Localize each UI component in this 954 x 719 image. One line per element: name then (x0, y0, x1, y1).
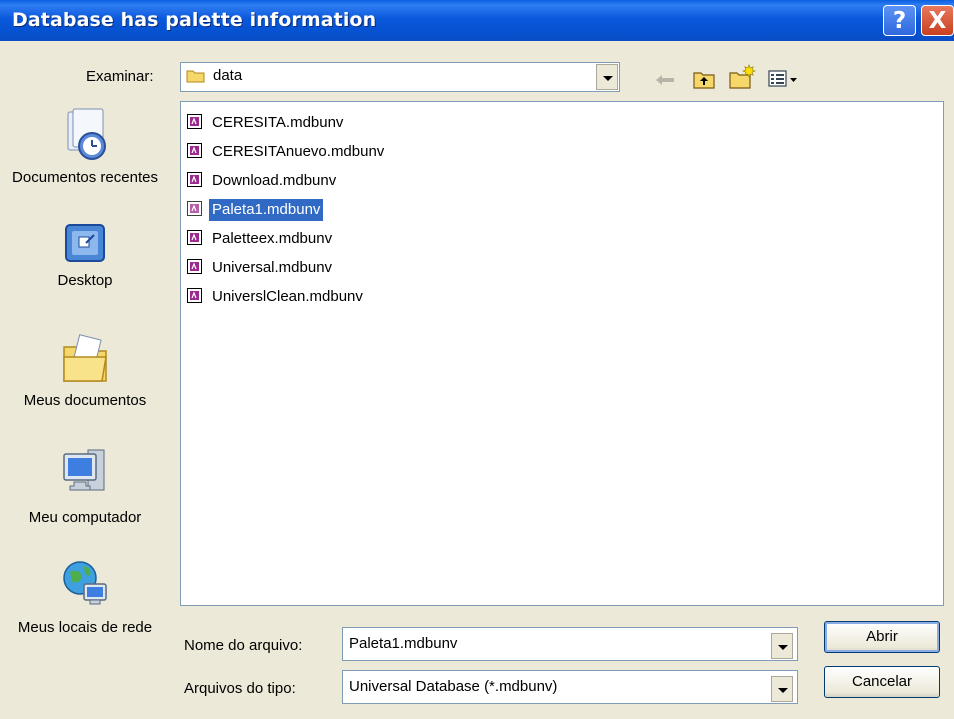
folder-icon (186, 70, 205, 83)
database-file-icon (187, 114, 202, 129)
recent-documents-icon (67, 108, 106, 160)
file-name: Paletteex.mdbunv (212, 230, 333, 247)
database-file-icon (187, 172, 202, 187)
places-bar: Documentos recentes Desktop Meus documen… (0, 101, 170, 711)
place-network[interactable]: Meus locais de rede (0, 556, 170, 638)
cancel-button[interactable]: Cancelar (824, 666, 940, 698)
place-label: Meus documentos (23, 392, 147, 409)
filename-label: Nome do arquivo: (184, 637, 303, 654)
database-file-icon (187, 288, 202, 303)
close-button[interactable]: X (921, 5, 954, 36)
chevron-down-icon[interactable] (771, 633, 793, 659)
file-name: UniverslClean.mdbunv (212, 288, 363, 305)
file-open-dialog: Database has palette information ? X Exa… (0, 0, 954, 719)
look-in-dropdown[interactable]: data (180, 62, 620, 92)
look-in-value: data (213, 67, 243, 84)
database-file-icon (187, 143, 202, 158)
my-documents-icon (63, 334, 107, 382)
back-arrow-icon[interactable] (654, 73, 676, 87)
new-folder-icon[interactable] (728, 64, 756, 90)
filename-field[interactable]: Paleta1.mdbunv (342, 627, 798, 661)
file-name: CERESITA.mdbunv (212, 114, 344, 131)
database-file-icon (187, 230, 202, 245)
title-bar[interactable]: Database has palette information ? X (0, 0, 954, 41)
look-in-label: Examinar: (86, 68, 154, 85)
filetype-dropdown[interactable]: Universal Database (*.mdbunv) (342, 670, 798, 704)
place-recent-documents[interactable]: Documentos recentes (0, 106, 170, 188)
place-label: Meu computador (28, 509, 142, 526)
file-name: CERESITAnuevo.mdbunv (212, 143, 385, 160)
desktop-icon (65, 224, 105, 262)
place-my-computer[interactable]: Meu computador (0, 444, 170, 528)
chevron-down-icon[interactable] (596, 64, 618, 90)
up-folder-icon[interactable] (692, 68, 716, 90)
window-title: Database has palette information (12, 9, 377, 31)
database-file-icon (187, 201, 202, 216)
file-name: Download.mdbunv (212, 172, 337, 189)
network-places-icon (63, 561, 107, 605)
place-desktop[interactable]: Desktop (0, 219, 170, 291)
my-computer-icon (63, 449, 105, 491)
file-name: Universal.mdbunv (212, 259, 333, 276)
file-name: Paleta1.mdbunv (209, 199, 324, 221)
place-label: Documentos recentes (12, 169, 158, 186)
database-file-icon (187, 259, 202, 274)
view-menu-icon[interactable] (768, 70, 802, 88)
open-button[interactable]: Abrir (824, 621, 940, 653)
chevron-down-icon[interactable] (771, 676, 793, 702)
filename-value: Paleta1.mdbunv (349, 635, 458, 652)
filetype-label: Arquivos do tipo: (184, 680, 296, 697)
file-list[interactable]: CERESITA.mdbunv CERESITAnuevo.mdbunv Dow… (180, 101, 944, 606)
filetype-value: Universal Database (*.mdbunv) (349, 678, 558, 695)
place-label: Meus locais de rede (17, 619, 153, 636)
help-button[interactable]: ? (883, 5, 916, 36)
place-my-documents[interactable]: Meus documentos (0, 331, 170, 411)
place-label: Desktop (57, 272, 113, 289)
